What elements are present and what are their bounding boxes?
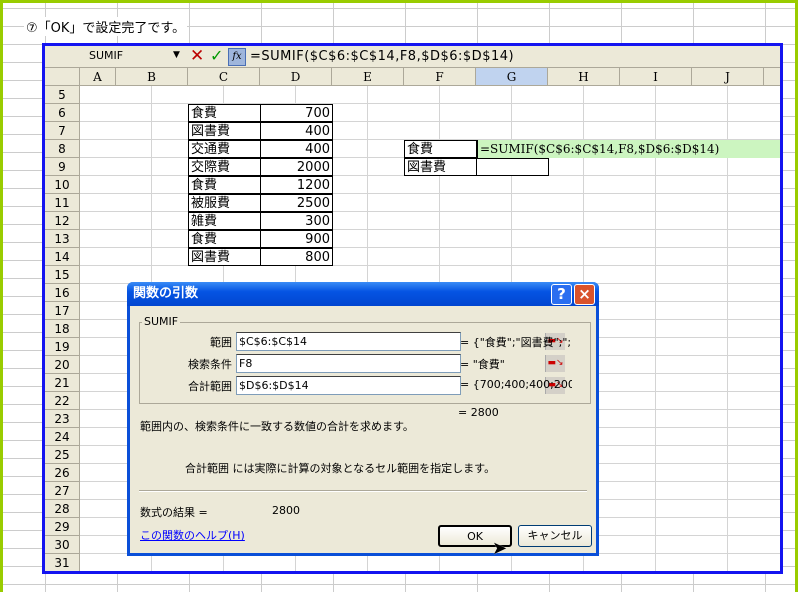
table-cell-item[interactable]: 被服費 [188,194,261,212]
table-cell-item[interactable]: 雑費 [188,212,261,230]
row-header-28[interactable]: 28 [45,500,80,518]
table-cell-item[interactable]: 交際費 [188,158,261,176]
x-icon[interactable]: ✕ [190,46,204,66]
row-header-31[interactable]: 31 [45,554,80,571]
column-header-j[interactable]: J [692,68,764,86]
dialog-title-bar[interactable]: 関数の引数 ? × [127,282,599,306]
table-cell-amount[interactable]: 300 [260,212,333,230]
formula-bar: SUMIF ▼ ✕ ✓ fx =SUMIF($C$6:$C$14,F8,$D$6… [45,46,780,68]
row-header-14[interactable]: 14 [45,248,80,266]
table-cell-item[interactable]: 図書費 [188,122,261,140]
row-header-24[interactable]: 24 [45,428,80,446]
argument-input[interactable]: F8 ▬↘ [236,354,565,373]
row-header-19[interactable]: 19 [45,338,80,356]
dialog-title: 関数の引数 [133,286,199,301]
row-header-21[interactable]: 21 [45,374,80,392]
chevron-down-icon[interactable]: ▼ [173,50,180,60]
row-header-25[interactable]: 25 [45,446,80,464]
check-icon[interactable]: ✓ [210,46,223,65]
cancel-button[interactable]: キャンセル [518,525,592,547]
row-header-5[interactable]: 5 [45,86,80,104]
row-header-27[interactable]: 27 [45,482,80,500]
row-header-15[interactable]: 15 [45,266,80,284]
row-header-30[interactable]: 30 [45,536,80,554]
table-cell-item[interactable]: 食費 [188,230,261,248]
table-cell-item[interactable]: 図書費 [188,248,261,266]
column-header-f[interactable]: F [404,68,476,86]
name-box[interactable]: SUMIF [89,49,123,62]
argument-label: 検索条件 [188,358,232,371]
cell-g8-editing[interactable]: =SUMIF($C$6:$C$14,F8,$D$6:$D$14) [476,140,780,158]
formula-input[interactable]: =SUMIF($C$6:$C$14,F8,$D$6:$D$14) [250,49,514,64]
row-header-10[interactable]: 10 [45,176,80,194]
table-cell-item[interactable]: 食費 [188,176,261,194]
fx-icon[interactable]: fx [228,48,246,66]
row-header-23[interactable]: 23 [45,410,80,428]
table-cell-item[interactable]: 食費 [188,104,261,122]
argument-label: 範囲 [210,336,232,349]
argument-value-preview: = {"食費";"図書費";"; [460,336,572,349]
table-cell-amount[interactable]: 700 [260,104,333,122]
column-header-h[interactable]: H [548,68,620,86]
column-header-a[interactable]: A [80,68,116,86]
mouse-pointer-icon: ➤ [492,538,508,559]
row-header-9[interactable]: 9 [45,158,80,176]
column-header-blank [764,68,780,86]
row-header-20[interactable]: 20 [45,356,80,374]
argument-value-preview: = "食費" [460,358,505,371]
result-label: 数式の結果 = [140,506,208,519]
result-value: 2800 [272,504,300,517]
argument-value-preview: = {700;400;400;2000;12 [460,378,572,391]
step-caption: ⑦「OK」で設定完了です。 [24,17,188,36]
argument-label: 合計範囲 [188,380,232,393]
table-cell-amount[interactable]: 900 [260,230,333,248]
row-header-26[interactable]: 26 [45,464,80,482]
argument-input[interactable]: $C$6:$C$14 ▬↘ [236,332,565,351]
row-header-7[interactable]: 7 [45,122,80,140]
table-cell-item[interactable]: 交通費 [188,140,261,158]
row-header-11[interactable]: 11 [45,194,80,212]
row-header-6[interactable]: 6 [45,104,80,122]
help-icon[interactable]: ? [551,284,572,305]
column-header-d[interactable]: D [260,68,332,86]
row-header-12[interactable]: 12 [45,212,80,230]
row-header-17[interactable]: 17 [45,302,80,320]
table-cell-amount[interactable]: 2500 [260,194,333,212]
column-header-c[interactable]: C [188,68,260,86]
total-result: = 2800 [458,406,499,419]
table-cell-amount[interactable]: 1200 [260,176,333,194]
function-name: SUMIF [142,315,181,328]
argument-description: 合計範囲 には実際に計算の対象となるセル範囲を指定します。 [185,462,496,475]
cell-g9[interactable] [476,158,549,176]
row-header-16[interactable]: 16 [45,284,80,302]
column-header-i[interactable]: I [620,68,692,86]
cell-f9[interactable]: 図書費 [404,158,477,176]
row-header-22[interactable]: 22 [45,392,80,410]
row-header-18[interactable]: 18 [45,320,80,338]
row-header-13[interactable]: 13 [45,230,80,248]
column-header-b[interactable]: B [116,68,188,86]
row-header-8[interactable]: 8 [45,140,80,158]
close-icon[interactable]: × [574,284,595,305]
table-cell-amount[interactable]: 800 [260,248,333,266]
help-link[interactable]: この関数のヘルプ(H) [140,527,245,543]
table-cell-amount[interactable]: 400 [260,122,333,140]
argument-input[interactable]: $D$6:$D$14 ▬↘ [236,376,565,395]
divider [139,490,587,492]
table-cell-amount[interactable]: 2000 [260,158,333,176]
table-cell-amount[interactable]: 400 [260,140,333,158]
column-header-g[interactable]: G [476,68,548,86]
select-all-corner[interactable] [45,68,80,86]
function-arguments-dialog: 関数の引数 ? × SUMIF 範囲 $C$6:$C$14 ▬↘ = {"食費";"図… [127,282,599,556]
column-header-e[interactable]: E [332,68,404,86]
row-header-29[interactable]: 29 [45,518,80,536]
function-description: 範囲内の、検索条件に一致する数値の合計を求めます。 [140,420,414,433]
cell-f8[interactable]: 食費 [404,140,477,158]
